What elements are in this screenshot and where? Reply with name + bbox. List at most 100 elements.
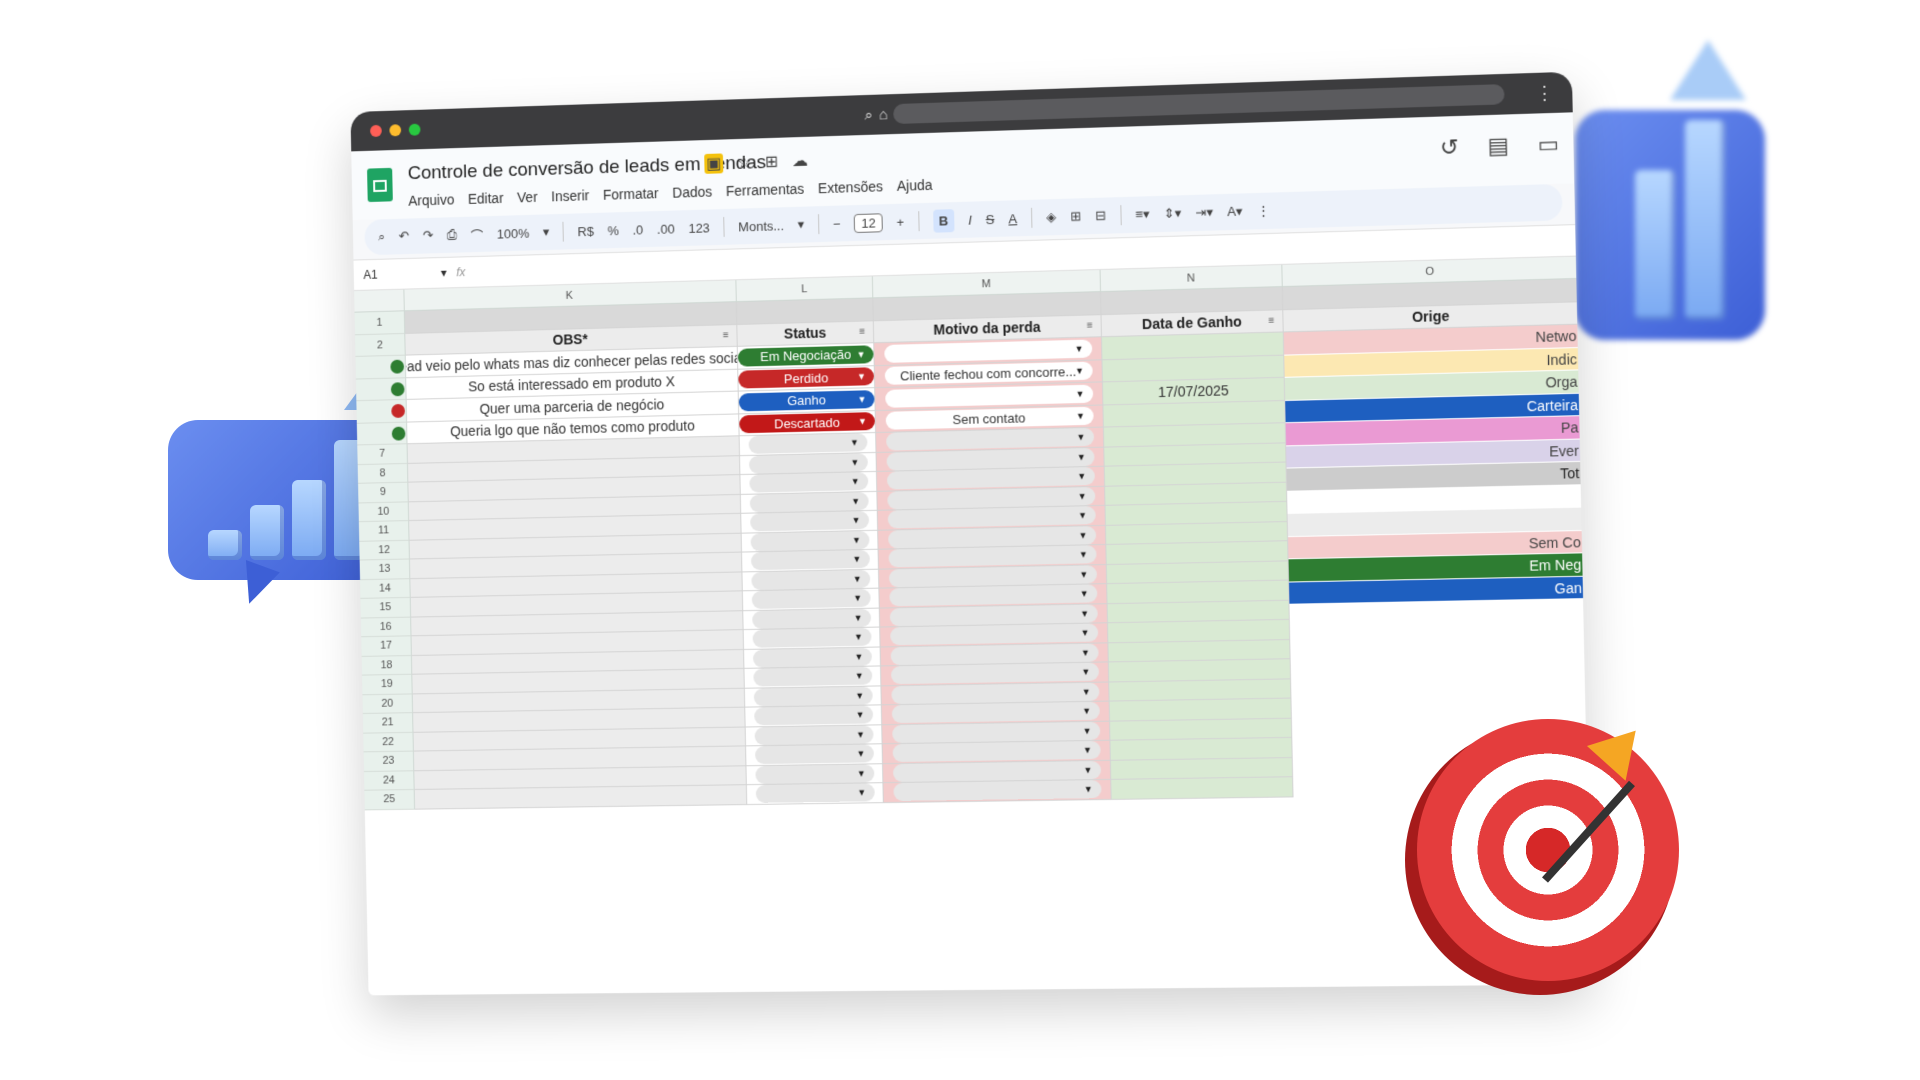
data-ganho-cell[interactable] xyxy=(1111,758,1293,780)
chevron-down-icon[interactable]: ▼ xyxy=(1081,667,1090,677)
status-dropdown[interactable]: ▼ xyxy=(755,764,874,784)
status-dropdown[interactable]: ▼ xyxy=(749,472,868,493)
row-header[interactable]: 8 xyxy=(358,463,409,483)
status-dropdown[interactable]: ▼ xyxy=(751,570,870,590)
font-size-increase[interactable]: + xyxy=(896,214,904,229)
row-header[interactable] xyxy=(355,356,406,379)
motivo-dropdown[interactable]: Sem contato ▼ xyxy=(885,407,1093,430)
font-chevron-icon[interactable]: ▾ xyxy=(798,217,805,233)
merge-cells-icon[interactable]: ⊟ xyxy=(1095,208,1106,224)
decrease-decimal-button[interactable]: .0 xyxy=(632,222,643,237)
font-size-decrease[interactable]: − xyxy=(833,216,841,231)
chevron-down-icon[interactable]: ▼ xyxy=(852,515,861,525)
status-chip[interactable]: Perdido ▼ xyxy=(738,367,874,388)
status-dropdown[interactable]: ▼ xyxy=(749,492,868,513)
motivo-cell[interactable]: ▼ xyxy=(883,780,1111,803)
row-header[interactable]: 12 xyxy=(359,540,410,560)
chevron-down-icon[interactable]: ▼ xyxy=(855,671,864,681)
cloud-status-icon[interactable]: ☁ xyxy=(792,151,808,171)
status-dropdown[interactable]: ▼ xyxy=(752,628,871,648)
align-vertical-icon[interactable]: ⇕▾ xyxy=(1164,205,1182,222)
filter-icon[interactable]: ≡ xyxy=(859,326,865,337)
status-dropdown[interactable]: ▼ xyxy=(752,647,871,667)
row-header[interactable]: 18 xyxy=(362,656,413,676)
chevron-down-icon[interactable]: ▼ xyxy=(856,729,865,739)
motivo-dropdown[interactable]: ▼ xyxy=(890,643,1098,665)
status-dropdown[interactable]: ▼ xyxy=(755,784,874,804)
motivo-dropdown[interactable]: Cliente fechou com concorre... ▼ xyxy=(884,362,1092,385)
row-header[interactable]: 25 xyxy=(364,790,415,810)
motivo-dropdown[interactable]: ▼ xyxy=(891,682,1099,704)
status-dropdown[interactable]: ▼ xyxy=(748,453,867,474)
sheets-logo-icon[interactable] xyxy=(367,168,393,202)
search-icon[interactable]: ⌕ xyxy=(864,106,873,123)
chevron-down-icon[interactable]: ▾ xyxy=(543,224,550,240)
chevron-down-icon[interactable]: ▼ xyxy=(1083,765,1092,775)
status-cell[interactable]: ▼ xyxy=(746,744,883,766)
status-chip[interactable]: Descartado ▼ xyxy=(739,412,875,433)
motivo-dropdown[interactable]: ▼ xyxy=(892,722,1100,743)
row-header[interactable] xyxy=(356,378,407,401)
chevron-down-icon[interactable]: ▼ xyxy=(856,710,865,720)
status-dropdown[interactable]: ▼ xyxy=(754,725,873,745)
row-header[interactable]: 11 xyxy=(359,521,410,541)
motivo-dropdown[interactable]: ▼ xyxy=(889,585,1097,607)
filter-icon[interactable]: ≡ xyxy=(723,330,729,341)
increase-decimal-button[interactable]: .00 xyxy=(657,221,675,236)
status-dropdown[interactable]: ▼ xyxy=(753,667,872,687)
chevron-down-icon[interactable]: ▼ xyxy=(1083,745,1092,755)
motivo-dropdown[interactable]: ▼ xyxy=(885,384,1093,407)
chevron-down-icon[interactable]: ▼ xyxy=(854,652,863,662)
chevron-down-icon[interactable]: ▼ xyxy=(857,349,866,359)
more-tools-icon[interactable]: ⋮ xyxy=(1257,203,1271,220)
chevron-down-icon[interactable]: ▼ xyxy=(1083,726,1092,736)
chevron-down-icon[interactable]: ▼ xyxy=(1078,530,1087,540)
status-dropdown[interactable]: ▼ xyxy=(753,686,872,706)
menu-ver[interactable]: Ver xyxy=(517,189,538,205)
chevron-down-icon[interactable]: ▼ xyxy=(1082,706,1091,716)
menu-editar[interactable]: Editar xyxy=(468,190,504,207)
text-color-button[interactable]: A xyxy=(1008,211,1017,226)
motivo-dropdown[interactable]: ▼ xyxy=(892,761,1100,782)
chevron-down-icon[interactable]: ▼ xyxy=(855,690,864,700)
chevron-down-icon[interactable]: ▼ xyxy=(852,535,861,545)
menu-formatar[interactable]: Formatar xyxy=(603,185,659,203)
chevron-down-icon[interactable]: ▼ xyxy=(1075,366,1084,376)
status-dropdown[interactable]: ▼ xyxy=(750,531,869,551)
chevron-down-icon[interactable]: ▼ xyxy=(1079,550,1088,560)
fill-color-icon[interactable]: ◈ xyxy=(1046,209,1056,225)
row-header[interactable]: 23 xyxy=(364,752,415,772)
motivo-dropdown[interactable]: ▼ xyxy=(891,702,1099,723)
zoom-select[interactable]: 100% xyxy=(497,225,530,241)
row-header[interactable]: 7 xyxy=(357,444,408,464)
row-header[interactable]: 17 xyxy=(361,636,412,656)
motivo-dropdown[interactable]: ▼ xyxy=(888,565,1096,587)
motivo-dropdown[interactable]: ▼ xyxy=(890,624,1098,646)
undo-icon[interactable]: ↶ xyxy=(399,228,410,244)
row-header[interactable]: 24 xyxy=(364,771,415,791)
percent-button[interactable]: % xyxy=(607,223,619,238)
maximize-dot[interactable] xyxy=(409,124,421,136)
status-cell[interactable]: ▼ xyxy=(744,666,881,688)
status-dropdown[interactable]: ▼ xyxy=(750,511,869,531)
row-header[interactable]: 19 xyxy=(362,675,413,695)
status-cell[interactable]: ▼ xyxy=(742,569,879,591)
status-chip[interactable]: Ganho ▼ xyxy=(739,390,875,411)
history-icon[interactable]: ↺ xyxy=(1440,134,1459,161)
status-cell[interactable]: ▼ xyxy=(746,764,883,785)
status-cell[interactable]: Ganho ▼ xyxy=(739,388,876,414)
chevron-down-icon[interactable]: ▼ xyxy=(857,372,866,382)
borders-icon[interactable]: ⊞ xyxy=(1070,208,1081,224)
row-header[interactable]: 16 xyxy=(361,617,412,637)
chevron-down-icon[interactable]: ▼ xyxy=(1081,628,1090,638)
chevron-down-icon[interactable]: ▼ xyxy=(1081,647,1090,657)
menu-extensoes[interactable]: Extensões xyxy=(818,178,883,196)
chevron-down-icon[interactable]: ▼ xyxy=(1075,343,1084,353)
menu-ferramentas[interactable]: Ferramentas xyxy=(726,181,805,199)
status-dropdown[interactable]: ▼ xyxy=(750,550,869,570)
status-cell[interactable]: ▼ xyxy=(743,589,880,611)
row-header[interactable]: 15 xyxy=(360,598,411,618)
chevron-down-icon[interactable]: ▼ xyxy=(1076,389,1085,399)
chevron-down-icon[interactable]: ▼ xyxy=(854,632,863,642)
chevron-down-icon[interactable]: ▼ xyxy=(1078,510,1087,520)
